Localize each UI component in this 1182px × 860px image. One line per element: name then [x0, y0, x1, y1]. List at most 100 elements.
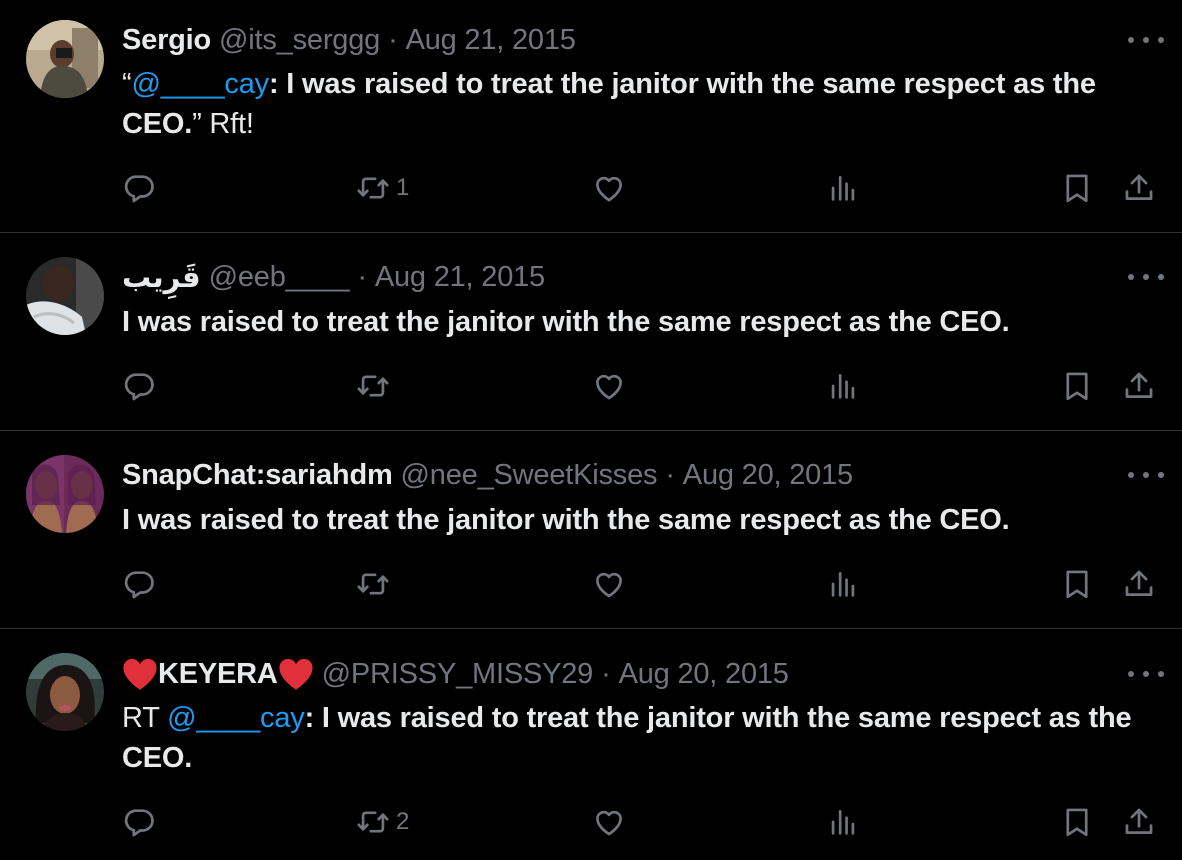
tweet-header: SnapChat:sariahdm @nee_SweetKisses · Aug…	[122, 455, 853, 495]
share-icon	[1122, 369, 1156, 403]
views-icon	[826, 567, 860, 601]
avatar[interactable]	[26, 257, 104, 335]
share-button[interactable]	[1122, 566, 1156, 602]
reply-button[interactable]	[122, 368, 156, 404]
like-button[interactable]	[592, 566, 626, 602]
retweet-count: 2	[396, 808, 410, 835]
display-name[interactable]: SnapChat:sariahdm	[122, 459, 393, 492]
like-icon	[592, 805, 626, 839]
retweet-icon	[356, 805, 390, 839]
tweet-text: “@____cay: I was raised to treat the jan…	[122, 64, 1152, 144]
bookmark-icon	[1060, 369, 1094, 403]
separator: ·	[388, 23, 398, 56]
avatar[interactable]	[26, 653, 104, 731]
retweet-button[interactable]: 1	[356, 170, 409, 206]
avatar[interactable]	[26, 455, 104, 533]
retweet-button[interactable]	[356, 368, 390, 404]
tweet-text: RT @____cay: I was raised to treat the j…	[122, 698, 1132, 778]
like-button[interactable]	[592, 804, 626, 840]
bookmark-icon	[1060, 567, 1094, 601]
red-heart-emoji	[122, 657, 158, 691]
tweet-date[interactable]: Aug 20, 2015	[619, 658, 789, 691]
user-handle[interactable]: @its_serggg	[219, 24, 380, 57]
text-prefix: RT	[122, 702, 168, 734]
red-heart-emoji	[278, 657, 314, 691]
display-name: KEYERA	[158, 657, 278, 690]
text-body: I was raised to treat the janitor with t…	[122, 306, 1010, 338]
tweet-actions: 2	[0, 804, 1182, 840]
tweet-actions	[0, 566, 1182, 602]
tweet-header: KEYERA @PRISSY_MISSY29 · Aug 20, 2015	[122, 654, 789, 694]
bookmark-icon	[1060, 171, 1094, 205]
bookmark-button[interactable]	[1060, 170, 1094, 206]
views-icon	[826, 171, 860, 205]
bookmark-button[interactable]	[1060, 804, 1094, 840]
retweet-button[interactable]: 2	[356, 804, 409, 840]
tweet-actions: 1	[0, 170, 1182, 206]
share-button[interactable]	[1122, 804, 1156, 840]
display-name[interactable]: Sergio	[122, 24, 211, 57]
more-icon[interactable]	[1128, 465, 1164, 485]
share-icon	[1122, 567, 1156, 601]
user-handle[interactable]: @PRISSY_MISSY29	[322, 658, 594, 691]
like-icon	[592, 567, 626, 601]
retweet-button[interactable]	[356, 566, 390, 602]
tweet[interactable]: KEYERA @PRISSY_MISSY29 · Aug 20, 2015 RT…	[0, 629, 1182, 860]
views-button[interactable]	[826, 804, 860, 840]
tweet-date[interactable]: Aug 20, 2015	[683, 459, 853, 492]
mention-link[interactable]: @____cay	[167, 702, 305, 734]
text-body: I was raised to treat the janitor with t…	[122, 504, 1010, 536]
share-button[interactable]	[1122, 170, 1156, 206]
bookmark-button[interactable]	[1060, 566, 1094, 602]
display-name-group[interactable]: KEYERA	[122, 657, 314, 691]
separator: ·	[665, 458, 675, 491]
like-icon	[592, 369, 626, 403]
views-icon	[826, 805, 860, 839]
tweet-date[interactable]: Aug 21, 2015	[406, 24, 576, 57]
display-name[interactable]: قَرِيب	[122, 260, 201, 295]
more-icon[interactable]	[1128, 267, 1164, 287]
reply-button[interactable]	[122, 170, 156, 206]
tweet[interactable]: قَرِيب @eeb____ · Aug 21, 2015 I was rai…	[0, 233, 1182, 430]
tweet-actions	[0, 368, 1182, 404]
separator: ·	[357, 260, 367, 293]
tweet-text: I was raised to treat the janitor with t…	[122, 302, 1152, 342]
text-suffix: ” Rft!	[192, 108, 254, 140]
more-icon[interactable]	[1128, 30, 1164, 50]
retweet-count: 1	[396, 174, 410, 201]
tweet[interactable]: Sergio @its_serggg · Aug 21, 2015 “@____…	[0, 0, 1182, 232]
tweet-text: I was raised to treat the janitor with t…	[122, 500, 1152, 540]
retweet-icon	[356, 369, 390, 403]
reply-button[interactable]	[122, 566, 156, 602]
more-icon[interactable]	[1128, 664, 1164, 684]
tweet-header: قَرِيب @eeb____ · Aug 21, 2015	[122, 257, 545, 297]
share-icon	[1122, 805, 1156, 839]
like-button[interactable]	[592, 170, 626, 206]
avatar[interactable]	[26, 20, 104, 98]
views-button[interactable]	[826, 566, 860, 602]
views-icon	[826, 369, 860, 403]
like-icon	[592, 171, 626, 205]
tweet-date[interactable]: Aug 21, 2015	[375, 261, 545, 294]
share-icon	[1122, 171, 1156, 205]
tweet[interactable]: SnapChat:sariahdm @nee_SweetKisses · Aug…	[0, 431, 1182, 628]
retweet-icon	[356, 171, 390, 205]
reply-icon	[122, 805, 156, 839]
views-button[interactable]	[826, 170, 860, 206]
tweet-header: Sergio @its_serggg · Aug 21, 2015	[122, 20, 576, 60]
reply-icon	[122, 171, 156, 205]
views-button[interactable]	[826, 368, 860, 404]
reply-button[interactable]	[122, 804, 156, 840]
user-handle[interactable]: @eeb____	[209, 261, 350, 294]
share-button[interactable]	[1122, 368, 1156, 404]
mention-link[interactable]: @____cay	[131, 68, 269, 100]
retweet-icon	[356, 567, 390, 601]
like-button[interactable]	[592, 368, 626, 404]
separator: ·	[601, 657, 611, 690]
bookmark-icon	[1060, 805, 1094, 839]
bookmark-button[interactable]	[1060, 368, 1094, 404]
user-handle[interactable]: @nee_SweetKisses	[401, 459, 658, 492]
reply-icon	[122, 369, 156, 403]
text-body: : I was raised to treat the janitor with…	[122, 68, 1096, 140]
reply-icon	[122, 567, 156, 601]
